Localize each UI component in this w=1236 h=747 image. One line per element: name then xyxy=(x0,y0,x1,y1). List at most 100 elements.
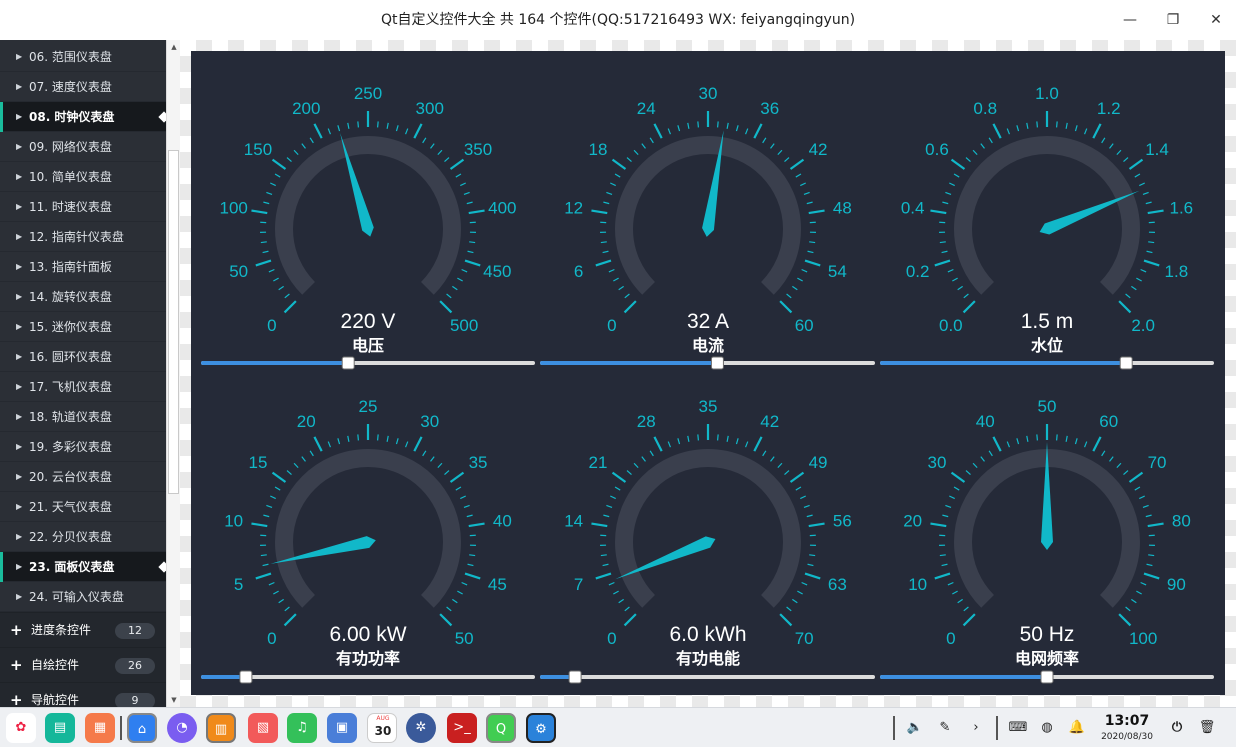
sidebar-item[interactable]: ▶ 19. 多彩仪表盘 xyxy=(0,432,166,462)
calendar-icon[interactable]: AUG 30 xyxy=(367,713,397,743)
sidebar-item[interactable]: ▶ 21. 天气仪表盘 xyxy=(0,492,166,522)
minimize-button[interactable]: — xyxy=(1110,0,1150,40)
tick-label: 20 xyxy=(903,512,922,531)
tick-label: 0 xyxy=(267,316,276,335)
launcher-icon[interactable]: ✿ xyxy=(6,713,36,743)
sidebar-item[interactable]: ▶ 07. 速度仪表盘 xyxy=(0,72,166,102)
qt-creator-icon[interactable]: Q xyxy=(486,713,516,743)
sidebar-group-label: 进度条控件 xyxy=(31,623,92,637)
minor-tick xyxy=(953,173,960,178)
minor-tick xyxy=(1116,462,1122,469)
minor-tick xyxy=(347,122,350,129)
image-viewer-icon[interactable]: ▧ xyxy=(248,713,278,743)
minor-tick xyxy=(600,241,607,244)
sidebar-item[interactable]: ▶ 10. 简单仪表盘 xyxy=(0,162,166,192)
major-tick xyxy=(595,259,612,267)
sidebar-group-count: 9 xyxy=(115,693,155,707)
tick-label: 35 xyxy=(699,397,718,416)
power-icon[interactable]: ⏻ xyxy=(1166,717,1188,739)
maximize-button[interactable]: ❐ xyxy=(1153,0,1193,40)
workspace-icon[interactable]: ▦ xyxy=(85,713,115,743)
multitask-view-icon[interactable]: ▤ xyxy=(45,713,75,743)
sidebar-item[interactable]: ▶ 22. 分贝仪表盘 xyxy=(0,522,166,552)
minor-tick xyxy=(293,462,299,469)
major-tick xyxy=(992,123,1002,139)
volume-icon[interactable]: 🔈 xyxy=(904,717,926,739)
tick-label: 1.2 xyxy=(1097,99,1121,118)
tick-label: 100 xyxy=(219,199,247,218)
qt-app-icon[interactable]: ⚙ xyxy=(526,713,556,743)
slider-handle[interactable] xyxy=(568,670,582,684)
sidebar-item[interactable]: ▶ 17. 飞机仪表盘 xyxy=(0,372,166,402)
minor-tick xyxy=(614,173,621,178)
close-button[interactable]: ✕ xyxy=(1196,0,1236,40)
sidebar-item[interactable]: ▶ 16. 圆环仪表盘 xyxy=(0,342,166,372)
sidebar-scrollbar[interactable]: ▲ ▼ xyxy=(166,40,180,707)
network-icon[interactable]: ◍ xyxy=(1036,717,1058,739)
keyboard-icon[interactable]: ⌨ xyxy=(1007,717,1029,739)
minor-tick xyxy=(803,191,810,196)
major-tick xyxy=(468,522,485,528)
slider-handle[interactable] xyxy=(1119,356,1133,370)
settings-icon[interactable]: ✲ xyxy=(406,713,436,743)
sidebar-group[interactable]: + 导航控件 9 xyxy=(0,682,166,707)
minor-tick xyxy=(770,456,775,462)
sidebar-item[interactable]: ▶ 18. 轨道仪表盘 xyxy=(0,402,166,432)
tick-label: 54 xyxy=(828,262,847,281)
tick-label: 30 xyxy=(928,453,947,472)
sidebar-item[interactable]: ▶ 15. 迷你仪表盘 xyxy=(0,312,166,342)
clock-time[interactable]: 13:07 xyxy=(1096,713,1158,729)
contacts-icon[interactable]: ▣ xyxy=(327,713,357,743)
archive-manager-icon[interactable]: ▥ xyxy=(206,713,236,743)
sidebar-group[interactable]: + 自绘控件 26 xyxy=(0,647,166,682)
minor-tick xyxy=(1142,504,1149,509)
sidebar-item[interactable]: ▶ 14. 旋转仪表盘 xyxy=(0,282,166,312)
browser-icon[interactable]: ◔ xyxy=(167,713,197,743)
gauge-name: 电流 xyxy=(692,336,724,355)
notification-bell-icon[interactable]: 🔔 xyxy=(1066,717,1088,739)
slider-handle[interactable] xyxy=(239,670,253,684)
sidebar-group[interactable]: + 进度条控件 12 xyxy=(0,612,166,647)
sidebar-item[interactable]: ▶ 08. 时钟仪表盘 xyxy=(0,102,166,132)
sidebar-item[interactable]: ▶ 06. 范围仪表盘 xyxy=(0,42,166,72)
slider-handle[interactable] xyxy=(1040,670,1054,684)
clock-date[interactable]: 2020/08/30 xyxy=(1096,732,1158,742)
sidebar-item[interactable]: ▶ 12. 指南针仪表盘 xyxy=(0,222,166,252)
sidebar-item[interactable]: ▶ 23. 面板仪表盘 xyxy=(0,552,166,582)
minor-tick xyxy=(952,277,958,282)
terminal-icon[interactable]: >_ xyxy=(447,713,477,743)
major-tick xyxy=(595,572,612,580)
scroll-down-arrow-icon[interactable]: ▼ xyxy=(167,693,181,707)
sidebar-item[interactable]: ▶ 11. 时速仪表盘 xyxy=(0,192,166,222)
minor-tick xyxy=(610,182,616,187)
sidebar-item[interactable]: ▶ 09. 网络仪表盘 xyxy=(0,132,166,162)
major-tick xyxy=(779,300,793,314)
sidebar-item[interactable]: ▶ 13. 指南针面板 xyxy=(0,252,166,282)
minor-tick xyxy=(641,456,646,462)
minor-tick xyxy=(1125,293,1131,299)
tick-label: 40 xyxy=(493,512,512,531)
scroll-thumb[interactable] xyxy=(168,150,179,494)
minor-tick xyxy=(606,504,613,509)
sidebar-item[interactable]: ▶ 24. 可输入仪表盘 xyxy=(0,582,166,612)
chevron-right-icon[interactable]: › xyxy=(965,717,987,739)
minor-tick xyxy=(395,438,399,445)
trash-icon[interactable]: 🗑 xyxy=(1196,717,1218,739)
music-icon[interactable]: ♫ xyxy=(287,713,317,743)
minor-tick xyxy=(726,122,729,129)
minor-tick xyxy=(952,590,958,595)
sidebar-item[interactable]: ▶ 20. 云台仪表盘 xyxy=(0,462,166,492)
sidebar-nav: ▶ 06. 范围仪表盘 ▶ 07. 速度仪表盘 ▶ 08. 时钟仪表盘 ▶ 09. 网络仪表盘… xyxy=(0,40,166,707)
app-store-icon[interactable]: ⌂ xyxy=(127,713,157,743)
tick-label: 0.0 xyxy=(939,316,963,335)
minor-tick xyxy=(461,268,468,273)
minor-tick xyxy=(457,277,463,282)
pen-icon[interactable]: ✎ xyxy=(934,717,956,739)
minor-tick xyxy=(430,143,435,149)
scroll-up-arrow-icon[interactable]: ▲ xyxy=(167,40,181,54)
minor-tick xyxy=(1142,191,1149,196)
major-tick xyxy=(591,209,608,215)
slider-handle[interactable] xyxy=(341,356,355,370)
sidebar-item-label: 19. 多彩仪表盘 xyxy=(29,440,112,454)
slider-handle[interactable] xyxy=(710,356,724,370)
